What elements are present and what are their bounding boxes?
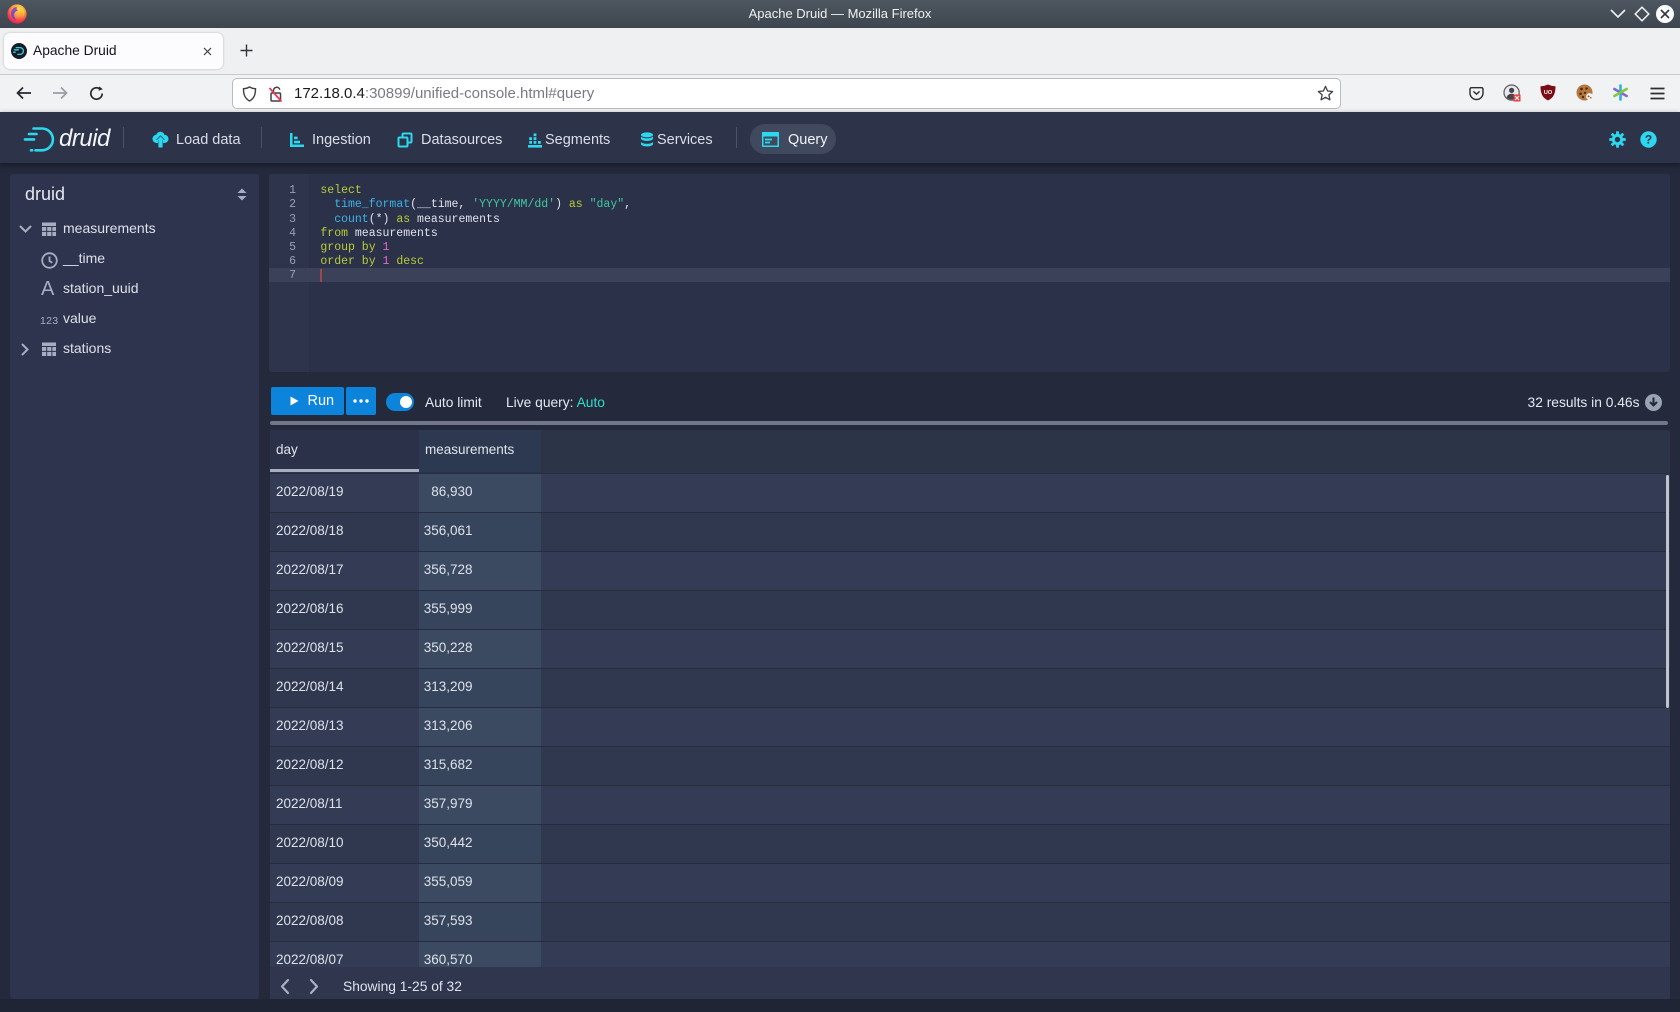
svg-text:UO: UO (1544, 90, 1553, 96)
svg-text:?: ? (1645, 133, 1652, 147)
